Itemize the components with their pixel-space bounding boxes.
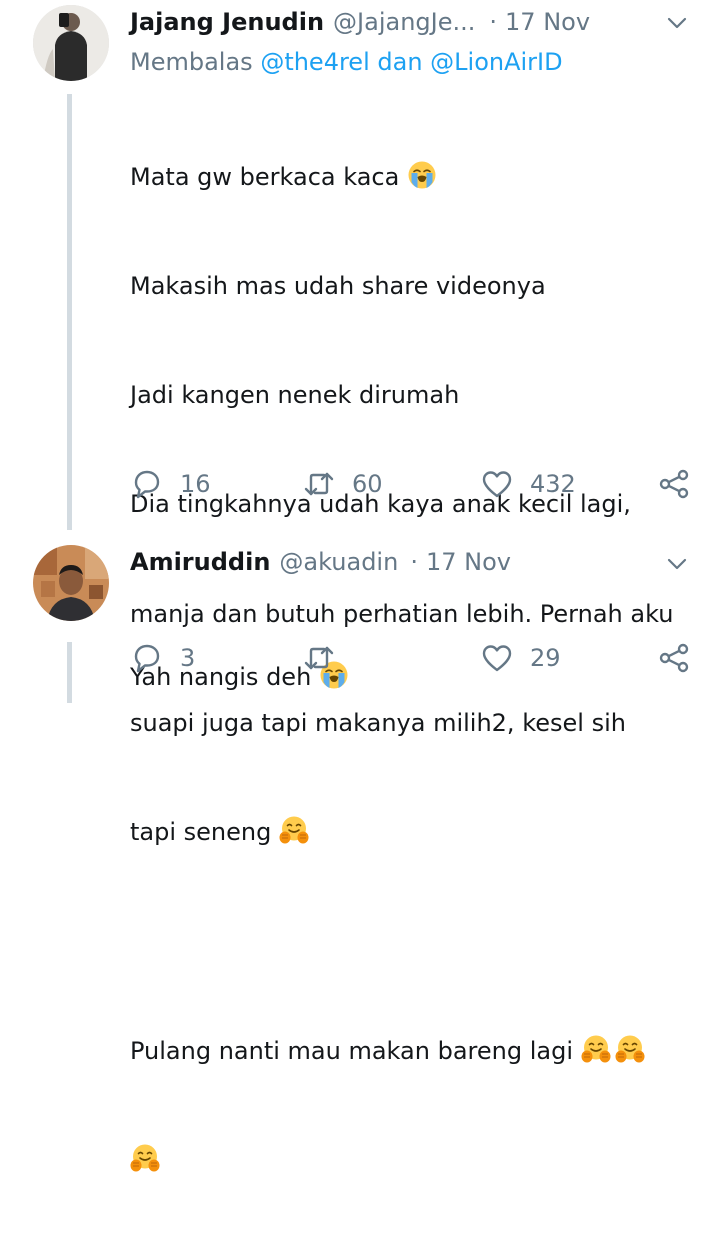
- thread-line: [67, 94, 72, 530]
- share-icon: [659, 643, 689, 673]
- reply-icon: [134, 470, 160, 499]
- hugging-face-emoji-icon: [130, 1143, 160, 1173]
- reply-mentions[interactable]: @the4rel dan @LionAirID: [260, 48, 562, 76]
- separator: ·: [489, 8, 498, 36]
- reply-prefix: Membalas: [130, 48, 253, 76]
- user-handle[interactable]: @JajangJe...: [333, 8, 475, 36]
- retweet-count: 60: [352, 470, 383, 498]
- tweet-1[interactable]: Jajang Jenudin @JajangJe... · 17 Nov Mem…: [0, 0, 719, 1173]
- share-button[interactable]: [657, 467, 691, 501]
- reply-count: 16: [180, 470, 211, 498]
- like-button[interactable]: 432: [480, 467, 576, 501]
- tweet-2[interactable]: Amiruddin @akuadin · 17 Nov Yah nangis d…: [0, 530, 719, 703]
- like-count: 29: [530, 644, 561, 672]
- reply-button[interactable]: 16: [130, 467, 211, 501]
- reply-context: Membalas @the4rel dan @LionAirID: [130, 48, 563, 76]
- chevron-down-icon[interactable]: [667, 554, 687, 574]
- hugging-face-emoji-icon: [278, 815, 309, 845]
- share-icon: [659, 469, 689, 499]
- like-icon: [482, 471, 512, 498]
- tweet-date[interactable]: 17 Nov: [426, 548, 511, 576]
- hugging-face-emoji-icon: [614, 1034, 645, 1063]
- crying-face-emoji-icon: [407, 160, 437, 190]
- action-bar: 16 60 432: [130, 467, 691, 507]
- separator: ·: [410, 548, 418, 576]
- display-name[interactable]: Amiruddin: [130, 548, 270, 576]
- retweet-icon: [304, 646, 334, 670]
- retweet-icon: [304, 472, 334, 496]
- tweet-header: Amiruddin @akuadin · 17 Nov: [130, 548, 693, 576]
- retweet-button[interactable]: 60: [302, 467, 383, 501]
- action-bar: 3 29: [130, 641, 691, 681]
- reply-count: 3: [180, 644, 196, 672]
- like-button[interactable]: 29: [480, 641, 561, 675]
- tweet-line: Mata gw berkaca kaca: [130, 159, 689, 195]
- user-handle[interactable]: @akuadin: [279, 548, 398, 576]
- avatar[interactable]: [33, 545, 109, 621]
- tweet-header: Jajang Jenudin @JajangJe... · 17 Nov: [130, 8, 693, 36]
- tweet-line: Makasih mas udah share videonya: [130, 272, 546, 301]
- reply-button[interactable]: 3: [130, 641, 195, 675]
- tweet-line: [130, 1142, 689, 1178]
- retweet-button[interactable]: [302, 641, 352, 675]
- like-count: 432: [530, 470, 576, 498]
- display-name[interactable]: Jajang Jenudin: [130, 8, 324, 36]
- share-button[interactable]: [657, 641, 691, 675]
- tweet-line: Jadi kangen nenek dirumah: [130, 381, 460, 410]
- avatar[interactable]: [33, 5, 109, 81]
- tweet-line: Pulang nanti mau makan bareng lagi: [130, 1033, 689, 1069]
- tweet-date[interactable]: 17 Nov: [505, 8, 590, 36]
- thread-line: [67, 642, 72, 703]
- reply-icon: [134, 644, 160, 673]
- hugging-face-emoji-icon: [580, 1034, 611, 1063]
- like-icon: [482, 645, 512, 672]
- chevron-down-icon[interactable]: [667, 13, 687, 33]
- tweet-line: tapi seneng: [130, 814, 689, 850]
